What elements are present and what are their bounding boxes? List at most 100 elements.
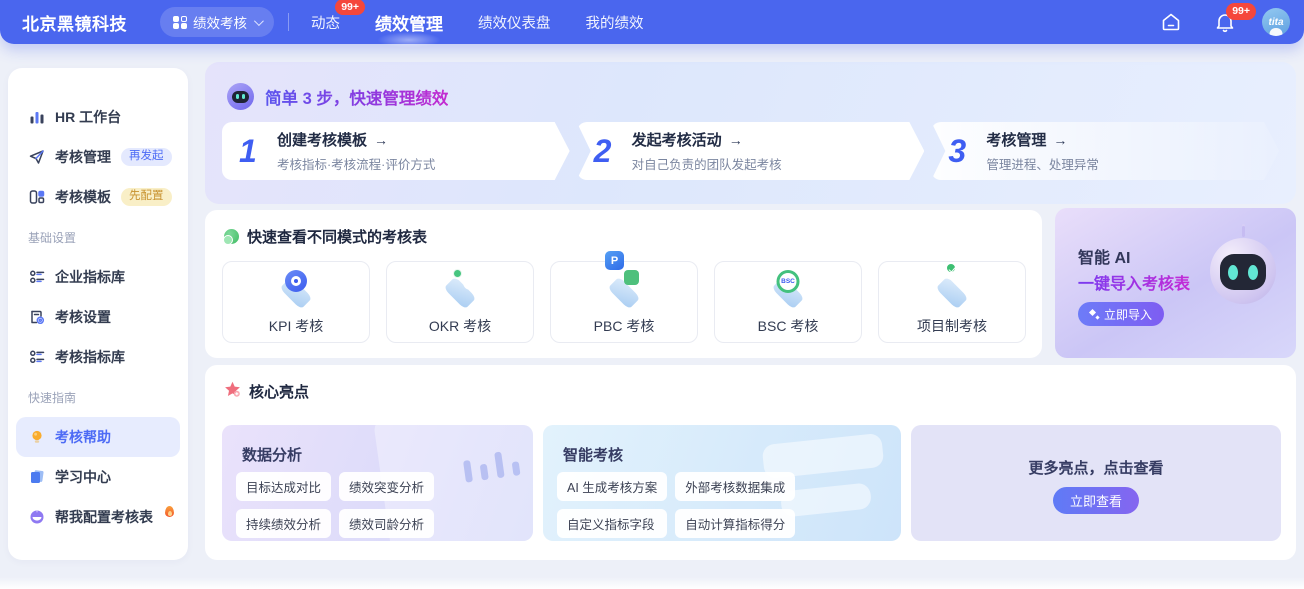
green-orb-icon bbox=[224, 229, 239, 244]
ai-panel-title: 智能 AI bbox=[1078, 244, 1130, 268]
lightbulb-icon bbox=[28, 429, 45, 446]
avatar-text: tita bbox=[1269, 17, 1284, 28]
sidebar-item-review-management[interactable]: 考核管理 再发起 bbox=[8, 137, 188, 177]
sidebar: HR 工作台 考核管理 再发起 考核模板 先配置 基础设置 企业指标库 bbox=[8, 68, 188, 560]
import-now-button[interactable]: 立即导入 bbox=[1078, 302, 1164, 326]
doc-gear-icon bbox=[28, 309, 45, 326]
nav-item-performance-dashboard[interactable]: 绩效仪表盘 bbox=[476, 8, 553, 37]
nav-item-feed[interactable]: 动态 99+ bbox=[309, 8, 342, 37]
sidebar-item-label: 考核帮助 bbox=[55, 427, 111, 447]
mode-card-bsc[interactable]: BSC BSC 考核 bbox=[714, 261, 862, 343]
avatar[interactable]: tita bbox=[1262, 8, 1290, 36]
sidebar-item-label: 考核模板 bbox=[55, 187, 111, 207]
brand-logo: 北京黑镜科技 bbox=[22, 10, 127, 35]
nav-item-label: 绩效管理 bbox=[375, 15, 443, 34]
step-card-manage-review[interactable]: 3 考核管理 → 管理进程、处理异常 bbox=[931, 122, 1279, 180]
feature-tags: 目标达成对比 绩效突变分析 持续绩效分析 绩效司龄分析 bbox=[236, 472, 434, 538]
app-switcher[interactable]: 绩效考核 bbox=[160, 7, 274, 37]
hot-flame-icon bbox=[165, 506, 174, 517]
robot-mascot bbox=[1210, 238, 1276, 304]
indicator-library-icon bbox=[28, 269, 45, 286]
robot-icon bbox=[227, 83, 254, 110]
kpi-target-icon bbox=[272, 268, 320, 310]
step-title: 创建考核模板 bbox=[277, 129, 367, 150]
mode-card-label: KPI 考核 bbox=[269, 316, 323, 336]
view-now-button[interactable]: 立即查看 bbox=[1053, 487, 1139, 514]
sidebar-item-review-indicator-library[interactable]: 考核指标库 bbox=[8, 337, 188, 377]
home-icon[interactable] bbox=[1160, 11, 1182, 33]
feature-tag: 自定义指标字段 bbox=[557, 509, 667, 538]
books-icon bbox=[28, 469, 45, 486]
nav-links: 动态 99+ 绩效管理 绩效仪表盘 我的绩效 bbox=[309, 6, 646, 39]
highlight-cards-row: 数据分析 目标达成对比 绩效突变分析 持续绩效分析 绩效司龄分析 智能考核 AI… bbox=[222, 425, 1281, 541]
feature-tag: 外部考核数据集成 bbox=[675, 472, 795, 501]
feature-tag: 绩效司龄分析 bbox=[339, 509, 434, 538]
sidebar-item-company-indicator-library[interactable]: 企业指标库 bbox=[8, 257, 188, 297]
sidebar-item-label: HR 工作台 bbox=[55, 107, 121, 127]
highlights-header: 核心亮点 bbox=[224, 381, 309, 402]
page: 北京黑镜科技 绩效考核 动态 99+ 绩效管理 绩效仪表盘 我的绩效 bbox=[0, 0, 1304, 589]
mode-cards-row: KPI 考核 OKR 考核 P PBC 考核 bbox=[222, 261, 1026, 343]
ai-import-panel[interactable]: 智能 AI 一键导入考核表 立即导入 bbox=[1055, 208, 1296, 358]
sidebar-item-hr-workbench[interactable]: HR 工作台 bbox=[8, 97, 188, 137]
nav-divider bbox=[288, 13, 289, 31]
feature-tag: 自动计算指标得分 bbox=[675, 509, 795, 538]
feature-tag: 绩效突变分析 bbox=[339, 472, 434, 501]
mode-card-project[interactable]: 项目制考核 bbox=[878, 261, 1026, 343]
step-card-create-template[interactable]: 1 创建考核模板 → 考核指标·考核流程·评价方式 bbox=[222, 122, 570, 180]
highlight-card-data-analysis[interactable]: 数据分析 目标达成对比 绩效突变分析 持续绩效分析 绩效司龄分析 bbox=[222, 425, 533, 541]
mode-card-label: OKR 考核 bbox=[429, 316, 491, 336]
sidebar-section-basic-settings: 基础设置 bbox=[8, 217, 188, 257]
nav-item-label: 动态 bbox=[311, 16, 340, 32]
step-card-launch-review[interactable]: 2 发起考核活动 → 对自己负责的团队发起考核 bbox=[577, 122, 925, 180]
step-number: 3 bbox=[948, 133, 986, 170]
bar-chart-icon bbox=[28, 109, 45, 126]
top-navbar: 北京黑镜科技 绩效考核 动态 99+ 绩效管理 绩效仪表盘 我的绩效 bbox=[0, 0, 1304, 44]
section-title: 快速查看不同模式的考核表 bbox=[247, 226, 427, 247]
step-description: 对自己负责的团队发起考核 bbox=[632, 154, 782, 173]
pbc-p-icon: P bbox=[600, 268, 648, 310]
nav-right: 99+ tita bbox=[1160, 8, 1304, 36]
sidebar-item-review-help[interactable]: 考核帮助 bbox=[16, 417, 180, 457]
mode-card-label: PBC 考核 bbox=[594, 316, 655, 336]
sidebar-item-label: 学习中心 bbox=[55, 467, 111, 487]
step-description: 管理进程、处理异常 bbox=[986, 154, 1099, 173]
nav-item-label: 绩效仪表盘 bbox=[478, 16, 551, 32]
nav-item-my-performance[interactable]: 我的绩效 bbox=[584, 8, 646, 37]
import-now-label: 立即导入 bbox=[1104, 306, 1152, 323]
sidebar-item-badge: 先配置 bbox=[121, 188, 172, 206]
apps-grid-icon bbox=[173, 16, 186, 29]
mode-card-pbc[interactable]: P PBC 考核 bbox=[550, 261, 698, 343]
step-description: 考核指标·考核流程·评价方式 bbox=[277, 154, 435, 173]
quickview-header: 快速查看不同模式的考核表 bbox=[224, 226, 427, 247]
star-badge-icon bbox=[224, 381, 241, 402]
sidebar-item-learning-center[interactable]: 学习中心 bbox=[8, 457, 188, 497]
bsc-ring-icon: BSC bbox=[764, 268, 812, 310]
banner-header: 简单 3 步，快速管理绩效 bbox=[227, 83, 448, 110]
template-icon bbox=[28, 189, 45, 206]
highlight-card-smart-review[interactable]: 智能考核 AI 生成考核方案 外部考核数据集成 自定义指标字段 自动计算指标得分 bbox=[543, 425, 901, 541]
steps-banner: 简单 3 步，快速管理绩效 1 创建考核模板 → 考核指标·考核流程·评价方式 … bbox=[205, 62, 1296, 204]
sidebar-item-badge: 再发起 bbox=[121, 148, 172, 166]
project-doc-check-icon bbox=[928, 268, 976, 310]
mode-card-okr[interactable]: OKR 考核 bbox=[386, 261, 534, 343]
ai-panel-subtitle: 一键导入考核表 bbox=[1078, 270, 1190, 294]
nav-item-performance-management[interactable]: 绩效管理 bbox=[373, 6, 445, 39]
sidebar-section-quick-guide: 快速指南 bbox=[8, 377, 188, 417]
feature-tag: 持续绩效分析 bbox=[236, 509, 331, 538]
sidebar-item-review-settings[interactable]: 考核设置 bbox=[8, 297, 188, 337]
mode-card-label: BSC 考核 bbox=[758, 316, 819, 336]
app-switcher-label: 绩效考核 bbox=[193, 12, 247, 32]
step-number: 2 bbox=[594, 133, 632, 170]
highlight-card-title: 智能考核 bbox=[563, 444, 623, 465]
notification-count-badge: 99+ bbox=[335, 0, 365, 15]
feature-tag: 目标达成对比 bbox=[236, 472, 331, 501]
sidebar-item-help-me-configure[interactable]: 帮我配置考核表 bbox=[8, 497, 188, 537]
bell-icon[interactable]: 99+ bbox=[1214, 11, 1236, 33]
mode-card-kpi[interactable]: KPI 考核 bbox=[222, 261, 370, 343]
sidebar-item-label: 考核指标库 bbox=[55, 347, 125, 367]
chevron-down-icon bbox=[254, 16, 264, 26]
sidebar-item-review-template[interactable]: 考核模板 先配置 bbox=[8, 177, 188, 217]
mode-card-label: 项目制考核 bbox=[917, 316, 987, 336]
highlight-card-more[interactable]: 更多亮点，点击查看 立即查看 bbox=[911, 425, 1281, 541]
